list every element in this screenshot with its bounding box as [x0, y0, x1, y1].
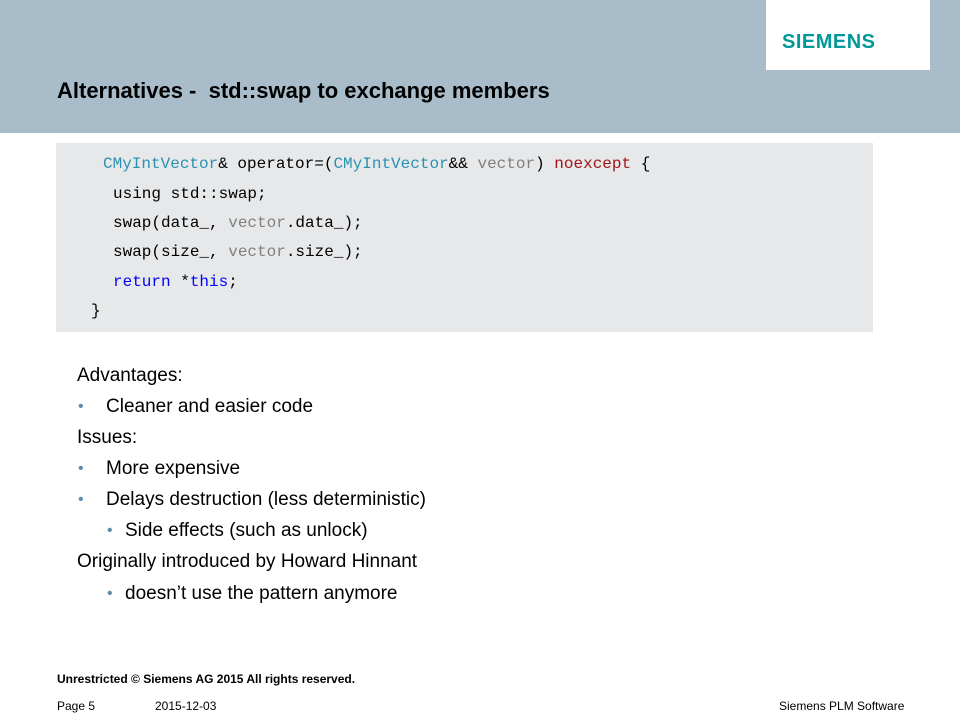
sub-bullet-icon: •: [107, 585, 113, 602]
code-line: return *this;: [113, 272, 238, 292]
bullet-icon: •: [78, 398, 84, 415]
code-line: CMyIntVector& operator=(CMyIntVector&& v…: [103, 154, 650, 174]
code-token: CMyIntVector: [333, 155, 449, 173]
siemens-logo: SIEMENS: [782, 31, 876, 53]
origin-label: Originally introduced by Howard Hinnant: [77, 551, 418, 572]
code-token: swap(data_,: [113, 214, 229, 232]
code-token: using std::swap;: [113, 185, 267, 203]
footer-date: 2015-12-03: [155, 699, 217, 713]
code-token: this: [189, 273, 229, 291]
code-token: noexcept: [554, 155, 632, 173]
code-line: swap(data_, vector.data_);: [113, 213, 363, 233]
code-token: &&: [448, 155, 478, 173]
bullet-icon: •: [78, 491, 84, 508]
slide-title: Alternatives - std::swap to exchange mem…: [57, 78, 550, 103]
code-token: {: [631, 155, 651, 173]
sub-bullet-icon: •: [107, 522, 113, 539]
code-token: vector: [477, 155, 536, 173]
code-token: ): [535, 155, 555, 173]
issue-item: More expensive: [106, 458, 241, 479]
code-token: *: [170, 273, 190, 291]
code-line: using std::swap;: [113, 184, 267, 204]
code-token: swap(size_,: [113, 243, 229, 261]
advantage-item: Cleaner and easier code: [106, 396, 314, 417]
footer-page: Page 5: [57, 699, 96, 713]
advantages-label: Advantages:: [77, 365, 183, 386]
code-token: & operator=(: [218, 155, 334, 173]
issues-label: Issues:: [77, 427, 138, 448]
code-token: CMyIntVector: [103, 155, 219, 173]
bullet-icon: •: [78, 460, 84, 477]
origin-sub-item: doesn’t use the pattern anymore: [125, 583, 398, 604]
code-token: vector: [228, 214, 286, 232]
code-token: ;: [228, 273, 238, 291]
code-token: .data_);: [285, 214, 363, 232]
issue-item: Delays destruction (less deterministic): [106, 489, 426, 510]
footer-company: Siemens PLM Software: [779, 699, 905, 713]
code-line: swap(size_, vector.size_);: [113, 242, 363, 262]
code-line: }: [91, 301, 101, 321]
code-token: }: [91, 302, 101, 320]
footer-classification: Unrestricted © Siemens AG 2015 All right…: [57, 672, 356, 686]
code-token: vector: [228, 243, 286, 261]
issue-sub-item: Side effects (such as unlock): [125, 520, 368, 541]
code-token: .size_);: [285, 243, 363, 261]
code-token: return: [113, 273, 171, 291]
